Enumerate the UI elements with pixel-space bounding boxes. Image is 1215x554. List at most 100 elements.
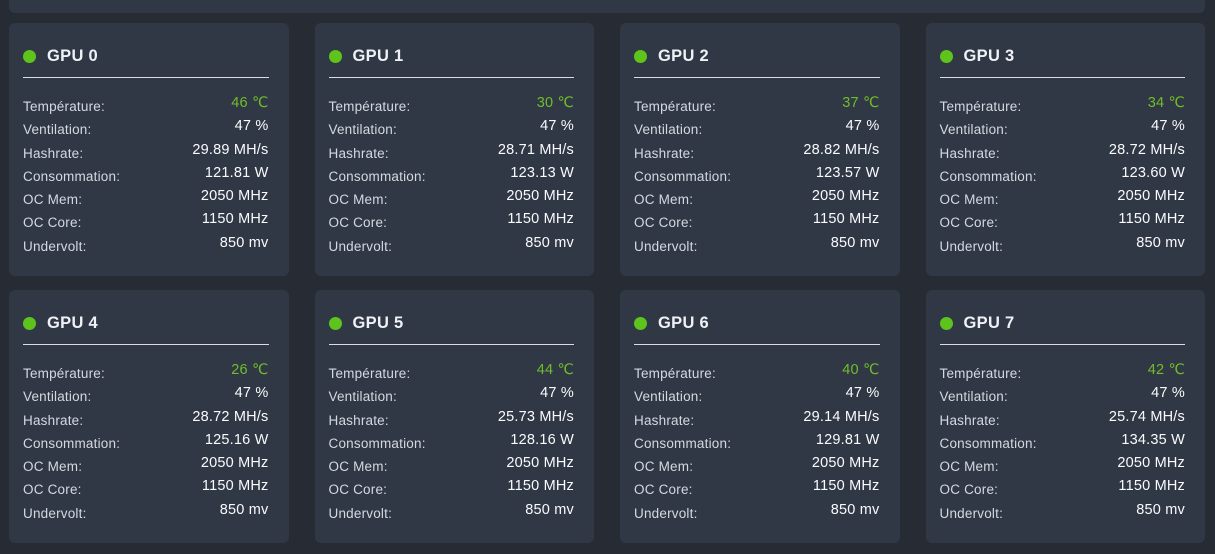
temperature-value: 30 ℃ <box>537 95 574 111</box>
gpu-status-dot <box>634 317 647 330</box>
stat-row-temperature: Température: 34 ℃ <box>940 95 1186 118</box>
stat-label: Undervolt: <box>940 235 1004 254</box>
gpu-status-dot <box>23 317 36 330</box>
oc-mem-value: 2050 MHz <box>506 188 574 204</box>
temperature-value: 42 ℃ <box>1148 362 1185 378</box>
stat-row-temperature: Température: 30 ℃ <box>329 95 575 118</box>
stat-label: Consommation: <box>329 165 426 184</box>
stat-label: Consommation: <box>23 165 120 184</box>
gpu-card: GPU 4 Température: 26 ℃ Ventilation: 47 … <box>9 290 289 543</box>
gpu-card-title: GPU 4 <box>47 314 98 333</box>
stat-label: Consommation: <box>634 432 731 451</box>
oc-mem-value: 2050 MHz <box>812 188 880 204</box>
header-divider <box>23 344 269 345</box>
stat-label: Ventilation: <box>23 118 91 137</box>
stat-label: Température: <box>634 362 716 381</box>
oc-core-value: 1150 MHz <box>813 478 880 494</box>
gpu-card-title: GPU 6 <box>658 314 709 333</box>
consumption-value: 125.16 W <box>205 432 269 448</box>
stat-row-consumption: Consommation: 123.57 W <box>634 165 880 188</box>
stat-row-ventilation: Ventilation: 47 % <box>634 385 880 408</box>
hashrate-value: 28.72 MH/s <box>192 409 268 425</box>
gpu-card-title: GPU 3 <box>964 47 1015 66</box>
stat-row-consumption: Consommation: 123.13 W <box>329 165 575 188</box>
temperature-value: 37 ℃ <box>842 95 879 111</box>
consumption-value: 128.16 W <box>510 432 574 448</box>
consumption-value: 123.57 W <box>816 165 880 181</box>
stat-row-ventilation: Ventilation: 47 % <box>23 118 269 141</box>
header-divider <box>329 77 575 78</box>
gpu-status-dot <box>23 50 36 63</box>
header-divider <box>940 77 1186 78</box>
stat-label: OC Mem: <box>940 455 999 474</box>
stat-row-oc-core: OC Core: 1150 MHz <box>329 478 575 501</box>
stat-label: Consommation: <box>940 165 1037 184</box>
hashrate-value: 25.74 MH/s <box>1109 409 1185 425</box>
gpu-card-header: GPU 7 <box>940 313 1186 333</box>
hashrate-value: 28.82 MH/s <box>803 142 879 158</box>
stat-label: OC Core: <box>940 478 999 497</box>
stat-label: Température: <box>23 95 105 114</box>
stat-label: OC Mem: <box>329 455 388 474</box>
oc-mem-value: 2050 MHz <box>201 455 269 471</box>
header-divider <box>329 344 575 345</box>
stat-row-temperature: Température: 42 ℃ <box>940 362 1186 385</box>
stat-row-temperature: Température: 40 ℃ <box>634 362 880 385</box>
stat-label: OC Core: <box>940 211 999 230</box>
stat-label: Undervolt: <box>634 235 698 254</box>
stat-label: Undervolt: <box>23 235 87 254</box>
stat-label: Hashrate: <box>940 142 1000 161</box>
gpu-card: GPU 3 Température: 34 ℃ Ventilation: 47 … <box>926 23 1206 276</box>
undervolt-value: 850 mv <box>831 502 880 518</box>
stat-label: Undervolt: <box>634 502 698 521</box>
consumption-value: 123.13 W <box>510 165 574 181</box>
stat-row-undervolt: Undervolt: 850 mv <box>329 502 575 525</box>
stat-row-consumption: Consommation: 121.81 W <box>23 165 269 188</box>
oc-mem-value: 2050 MHz <box>812 455 880 471</box>
header-divider <box>940 344 1186 345</box>
stat-label: Undervolt: <box>329 502 393 521</box>
stat-label: Hashrate: <box>634 409 694 428</box>
gpu-status-dot <box>940 317 953 330</box>
stat-row-ventilation: Ventilation: 47 % <box>634 118 880 141</box>
stat-label: Ventilation: <box>23 385 91 404</box>
stat-label: Hashrate: <box>940 409 1000 428</box>
gpu-card-header: GPU 1 <box>329 46 575 66</box>
gpu-card-header: GPU 3 <box>940 46 1186 66</box>
stat-row-ventilation: Ventilation: 47 % <box>940 385 1186 408</box>
stat-label: Température: <box>940 95 1022 114</box>
gpu-card-grid: GPU 0 Température: 46 ℃ Ventilation: 47 … <box>9 23 1205 543</box>
stat-row-oc-core: OC Core: 1150 MHz <box>23 211 269 234</box>
oc-mem-value: 2050 MHz <box>1117 455 1185 471</box>
gpu-card-header: GPU 0 <box>23 46 269 66</box>
stat-row-oc-mem: OC Mem: 2050 MHz <box>634 188 880 211</box>
stat-row-oc-core: OC Core: 1150 MHz <box>940 478 1186 501</box>
consumption-value: 123.60 W <box>1121 165 1185 181</box>
ventilation-value: 47 % <box>846 385 880 401</box>
stat-row-oc-mem: OC Mem: 2050 MHz <box>329 455 575 478</box>
oc-core-value: 1150 MHz <box>1118 211 1185 227</box>
hashrate-value: 28.72 MH/s <box>1109 142 1185 158</box>
gpu-card-title: GPU 7 <box>964 314 1015 333</box>
stat-label: Ventilation: <box>634 118 702 137</box>
gpu-card: GPU 6 Température: 40 ℃ Ventilation: 47 … <box>620 290 900 543</box>
stat-row-consumption: Consommation: 128.16 W <box>329 432 575 455</box>
stat-row-consumption: Consommation: 129.81 W <box>634 432 880 455</box>
gpu-card: GPU 0 Température: 46 ℃ Ventilation: 47 … <box>9 23 289 276</box>
temperature-value: 44 ℃ <box>537 362 574 378</box>
stat-label: OC Mem: <box>329 188 388 207</box>
stat-row-hashrate: Hashrate: 25.73 MH/s <box>329 409 575 432</box>
stat-row-undervolt: Undervolt: 850 mv <box>940 235 1186 258</box>
undervolt-value: 850 mv <box>831 235 880 251</box>
undervolt-value: 850 mv <box>220 235 269 251</box>
stat-row-ventilation: Ventilation: 47 % <box>23 385 269 408</box>
stat-label: Hashrate: <box>23 409 83 428</box>
gpu-status-dot <box>329 50 342 63</box>
stat-label: Ventilation: <box>329 118 397 137</box>
stat-row-oc-mem: OC Mem: 2050 MHz <box>23 455 269 478</box>
gpu-card: GPU 1 Température: 30 ℃ Ventilation: 47 … <box>315 23 595 276</box>
stat-row-undervolt: Undervolt: 850 mv <box>634 502 880 525</box>
stat-label: Ventilation: <box>940 118 1008 137</box>
gpu-card-header: GPU 4 <box>23 313 269 333</box>
stat-label: OC Core: <box>329 478 388 497</box>
